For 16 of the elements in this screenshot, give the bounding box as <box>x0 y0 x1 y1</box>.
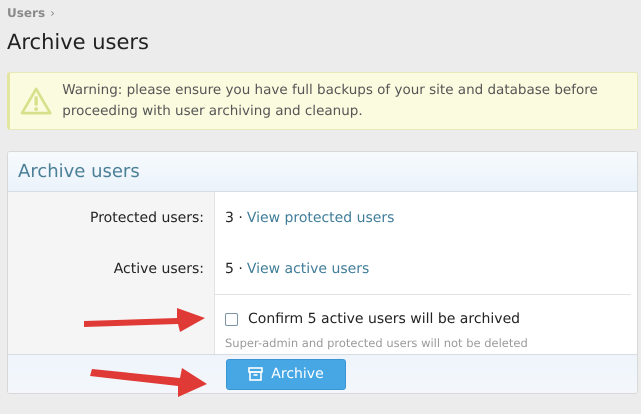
breadcrumb-separator: › <box>50 6 55 20</box>
count-text: 3 · <box>225 210 243 226</box>
breadcrumb-link[interactable]: Users <box>7 6 46 20</box>
warning-text: Warning: please ensure you have full backups of your site and database before proceeding with user archiving and cleanup. <box>62 81 599 121</box>
archive-box-icon <box>248 367 264 381</box>
field-label: Protected users: <box>90 210 204 226</box>
view-link[interactable]: View protected users <box>246 210 394 226</box>
field-label: Active users: <box>114 260 204 276</box>
count-text: 5 · <box>225 260 243 276</box>
confirm-checkbox[interactable] <box>225 312 238 326</box>
view-link[interactable]: View active users <box>246 260 370 276</box>
archive-button[interactable]: Archive <box>226 358 346 390</box>
hint-text: Super-admin and protected users will not be deleted <box>225 336 529 350</box>
panel-title: Archive users <box>18 161 140 182</box>
page-title: Archive users <box>7 30 150 56</box>
confirm-label[interactable]: Confirm 5 active users will be archived <box>248 311 520 327</box>
